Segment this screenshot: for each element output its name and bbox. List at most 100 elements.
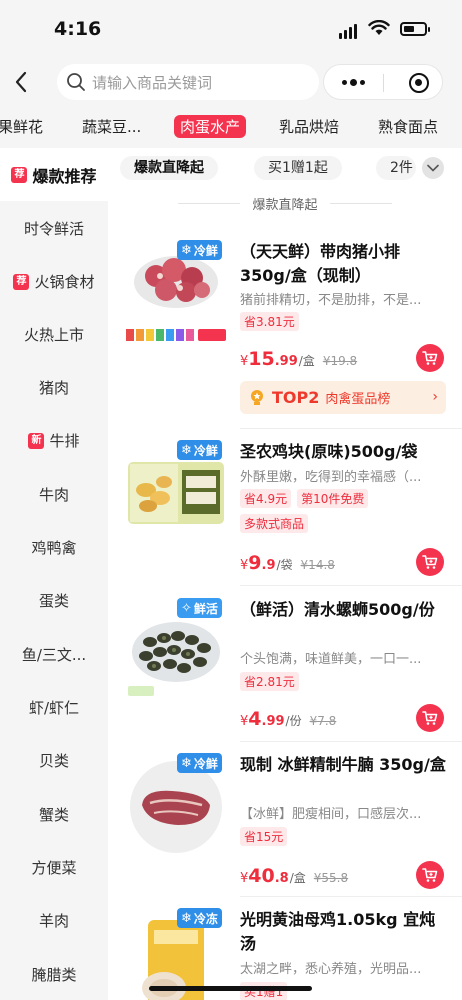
add-to-cart-button[interactable] bbox=[416, 704, 444, 732]
sidebar-item-poultry[interactable]: 鸡鸭禽 bbox=[0, 521, 108, 574]
filter-chips: 爆款直降起 买1赠1起 2件 bbox=[120, 156, 462, 182]
new-tag: 新 bbox=[28, 432, 45, 449]
price-decimal: .99 bbox=[274, 354, 298, 369]
back-arrow-icon bbox=[15, 71, 27, 93]
sidebar-item-crab[interactable]: 蟹类 bbox=[0, 788, 108, 841]
original-price: ¥55.8 bbox=[313, 871, 349, 885]
product-price: ¥ 4 .99 /份 ¥7.8 bbox=[240, 708, 336, 730]
section-title: 爆款直降起 bbox=[108, 194, 462, 213]
promo-tags: 省4.9元 第10件免费 bbox=[240, 489, 369, 508]
add-to-cart-button[interactable] bbox=[416, 861, 444, 889]
expand-chips-button[interactable] bbox=[422, 157, 444, 179]
sidebar-item-label: 火热上市 bbox=[23, 326, 84, 344]
product-description: 猪前排精切，不是肋排，不是... bbox=[240, 293, 422, 308]
price-unit: /份 bbox=[285, 714, 302, 728]
divider bbox=[240, 741, 462, 742]
sidebar-item-label: 腌腊类 bbox=[31, 966, 77, 984]
product-name[interactable]: 光明黄油母鸡1.05kg 宜炖汤 bbox=[240, 908, 450, 956]
chip-price-drop[interactable]: 爆款直降起 bbox=[120, 156, 218, 180]
promo-tags: 省3.81元 bbox=[240, 312, 299, 331]
cart-icon bbox=[422, 868, 438, 882]
back-button[interactable] bbox=[10, 68, 32, 96]
product-name[interactable]: （鲜活）清水螺蛳500g/份 bbox=[240, 598, 450, 622]
sidebar-item-shrimp[interactable]: 虾/虾仁 bbox=[0, 681, 108, 734]
status-time: 4:16 bbox=[54, 18, 102, 40]
chilled-badge: ❄ 冷鲜 bbox=[177, 753, 222, 773]
cart-icon bbox=[422, 555, 438, 569]
sidebar-item-label: 虾/虾仁 bbox=[28, 699, 80, 717]
top-category-tab[interactable]: 熟食面点 bbox=[378, 116, 438, 137]
frozen-badge: ❄ 冷冻 bbox=[177, 908, 222, 928]
sidebar-item-label: 方便菜 bbox=[31, 859, 77, 877]
price-integer: 9 bbox=[248, 552, 262, 574]
more-menu-icon[interactable] bbox=[342, 79, 365, 86]
sidebar-item-pork[interactable]: 猪肉 bbox=[0, 361, 108, 414]
sidebar-item-label: 火锅食材 bbox=[34, 273, 95, 291]
chilled-badge: ❄ 冷鲜 bbox=[177, 240, 222, 260]
chilled-badge: ❄ 冷鲜 bbox=[177, 440, 222, 460]
price-integer: 15 bbox=[248, 348, 275, 370]
savings-tag: 省4.9元 bbox=[240, 489, 292, 508]
search-input[interactable]: 请输入商品关键词 bbox=[57, 64, 319, 100]
savings-tag: 省3.81元 bbox=[240, 312, 299, 331]
sidebar-item-recommended[interactable]: 荐 爆款推荐 bbox=[0, 148, 108, 201]
product-name[interactable]: （天天鲜）带肉猪小排350g/盒（现制） bbox=[240, 240, 450, 288]
snowflake-icon: ❄ bbox=[181, 910, 192, 926]
top-category-tab[interactable]: 果鲜花 bbox=[0, 116, 43, 137]
sidebar-item-label: 羊肉 bbox=[38, 912, 69, 930]
divider bbox=[240, 428, 462, 429]
add-to-cart-button[interactable] bbox=[416, 548, 444, 576]
trophy-icon bbox=[251, 389, 263, 405]
chip-buy-one-get-one[interactable]: 买1赠1起 bbox=[254, 156, 342, 180]
price-decimal: .99 bbox=[261, 714, 285, 729]
snowflake-icon: ❄ bbox=[181, 442, 192, 458]
product-name[interactable]: 现制 冰鲜精制牛腩 350g/盒 bbox=[240, 753, 450, 777]
status-bar: 4:16 bbox=[0, 0, 462, 58]
top-category-tab[interactable]: 蔬菜豆... bbox=[82, 116, 141, 137]
cart-icon bbox=[422, 711, 438, 725]
savings-tag: 省15元 bbox=[240, 827, 288, 846]
price-currency: ¥ bbox=[240, 558, 249, 573]
price-integer: 4 bbox=[248, 708, 262, 730]
product-name[interactable]: 圣农鸡块(原味)500g/袋 bbox=[240, 440, 450, 464]
badge-label: 冷冻 bbox=[193, 911, 218, 926]
add-to-cart-button[interactable] bbox=[416, 344, 444, 372]
sidebar-item-label: 蟹类 bbox=[38, 806, 69, 824]
sidebar-item-hot-launch[interactable]: 火热上市 bbox=[0, 308, 108, 361]
price-unit: /盒 bbox=[289, 871, 306, 885]
product-description: 外酥里嫩，吃得到的幸福感（... bbox=[240, 470, 422, 485]
navbar: 请输入商品关键词 bbox=[0, 58, 462, 108]
sidebar-item-fish[interactable]: 鱼/三文... bbox=[0, 628, 108, 681]
sidebar-item-ready-meals[interactable]: 方便菜 bbox=[0, 841, 108, 894]
sidebar-item-eggs[interactable]: 蛋类 bbox=[0, 574, 108, 627]
home-indicator bbox=[149, 986, 312, 991]
battery-icon bbox=[400, 22, 430, 36]
sidebar-item-cured-meat[interactable]: 腌腊类 bbox=[0, 948, 108, 1000]
sidebar-item-shellfish[interactable]: 贝类 bbox=[0, 734, 108, 787]
chip-two-items[interactable]: 2件 bbox=[376, 156, 416, 180]
snowflake-icon: ❄ bbox=[181, 755, 192, 771]
sidebar-item-label: 爆款推荐 bbox=[32, 166, 97, 186]
close-mini-program-icon[interactable] bbox=[409, 73, 429, 93]
ranking-banner[interactable]: TOP2 肉禽蛋品榜 › bbox=[240, 381, 446, 414]
buy-one-get-one-tag: 买1赠1 bbox=[240, 982, 288, 1000]
sidebar-item-label: 牛肉 bbox=[38, 486, 69, 504]
sidebar-item-seasonal[interactable]: 时令鲜活 bbox=[0, 202, 108, 255]
divider bbox=[240, 585, 462, 586]
original-price: ¥7.8 bbox=[309, 714, 337, 728]
original-price: ¥19.8 bbox=[322, 354, 358, 368]
sidebar-item-lamb[interactable]: 羊肉 bbox=[0, 894, 108, 947]
top-category-tab[interactable]: 乳品烘焙 bbox=[279, 116, 339, 137]
sidebar-item-steak[interactable]: 新 牛排 bbox=[0, 414, 108, 467]
product-price: ¥ 15 .99 /盒 ¥19.8 bbox=[240, 348, 357, 370]
product-price: ¥ 40 .8 /盒 ¥55.8 bbox=[240, 865, 348, 887]
category-sidebar: 荐 爆款推荐 时令鲜活 荐 火锅食材 火热上市 猪肉 新 牛排 牛肉 鸡鸭禽 蛋… bbox=[0, 148, 108, 1000]
fish-icon: ✧ bbox=[181, 600, 192, 616]
price-unit: /袋 bbox=[276, 558, 293, 572]
sidebar-item-hotpot[interactable]: 荐 火锅食材 bbox=[0, 255, 108, 308]
promo-tags: 省15元 bbox=[240, 827, 288, 846]
top-category-tab-active[interactable]: 肉蛋水产 bbox=[174, 115, 247, 138]
mini-program-capsule bbox=[323, 64, 443, 100]
original-price: ¥14.8 bbox=[300, 558, 335, 572]
sidebar-item-beef[interactable]: 牛肉 bbox=[0, 468, 108, 521]
